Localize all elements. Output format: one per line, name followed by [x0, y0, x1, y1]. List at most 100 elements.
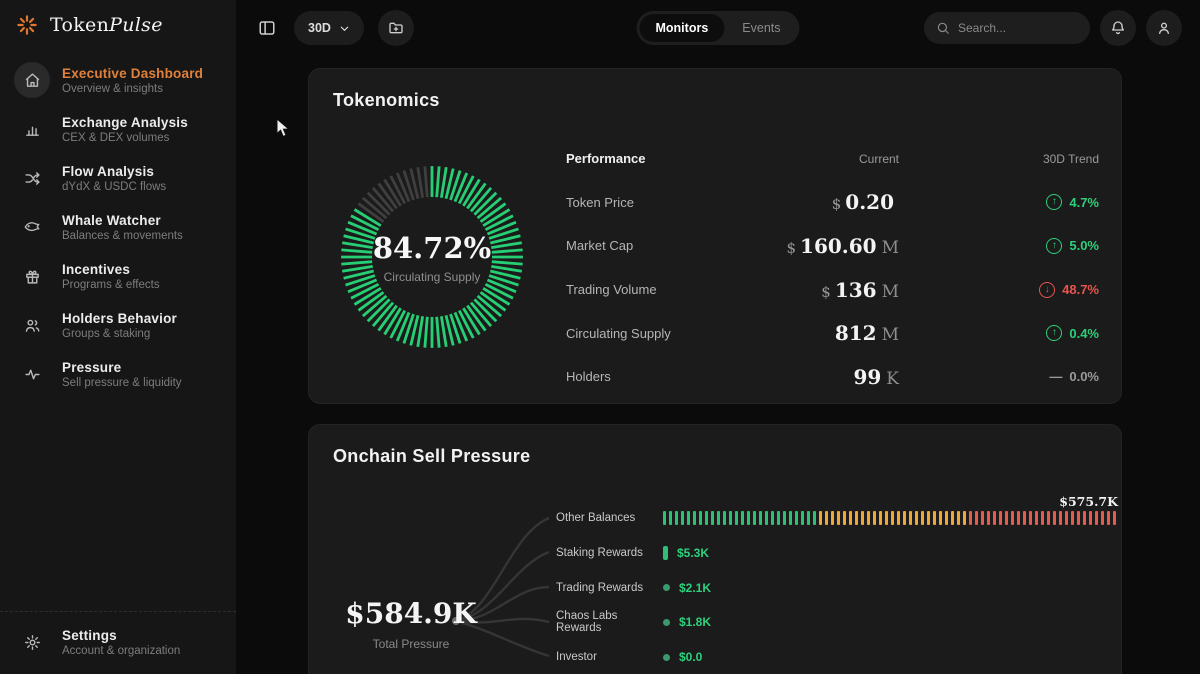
nav-sublabel: dYdX & USDC flows — [62, 181, 166, 193]
nav-sublabel: Balances & movements — [62, 230, 183, 242]
dot-marker — [663, 619, 670, 626]
sidebar-item-exchange-analysis[interactable]: Exchange Analysis CEX & DEX volumes — [0, 111, 236, 147]
sell-pressure-card: Onchain Sell Pressure $584.9K Total Pres… — [308, 424, 1122, 674]
pressure-row-label: Chaos Labs Rewards — [556, 610, 663, 634]
dot-marker — [663, 654, 670, 661]
sidebar-footer: Settings Account & organization — [0, 611, 236, 674]
pressure-row-investor: Investor $0.0 — [556, 640, 1097, 674]
tab-monitors[interactable]: Monitors — [640, 14, 725, 42]
nav-sublabel: Overview & insights — [62, 83, 203, 95]
shuffle-icon — [14, 160, 50, 196]
pressure-row-label: Trading Rewards — [556, 582, 663, 594]
row-current-value: 812M — [759, 321, 899, 345]
search-box[interactable] — [924, 12, 1090, 44]
pressure-row-value: $5.3K — [677, 546, 709, 560]
date-range-dropdown[interactable]: 30D — [294, 11, 364, 45]
nav-label: Settings — [62, 628, 180, 643]
other-balances-value: $575.7K — [1059, 494, 1118, 509]
sidebar-item-executive-dashboard[interactable]: Executive Dashboard Overview & insights — [0, 62, 236, 98]
home-icon — [14, 62, 50, 98]
tokenomics-card: Tokenomics 84.72% Circulating Supply Per… — [308, 68, 1122, 404]
row-current-value: 99K — [759, 365, 899, 389]
pressure-row-value: $2.1K — [679, 581, 711, 595]
pressure-row-value: $1.8K — [679, 615, 711, 629]
row-current-value: $0.20 — [759, 190, 899, 214]
gift-icon — [14, 258, 50, 294]
nav-label: Whale Watcher — [62, 213, 183, 228]
total-pressure: $584.9K Total Pressure — [327, 597, 495, 651]
nav-sublabel: Programs & effects — [62, 279, 160, 291]
row-label: Token Price — [566, 195, 759, 210]
pressure-row-other-balances: Other Balances $575.7K — [556, 501, 1097, 536]
sidebar-item-whale-watcher[interactable]: Whale Watcher Balances & movements — [0, 209, 236, 245]
sidebar-item-incentives[interactable]: Incentives Programs & effects — [0, 258, 236, 294]
arrow-down-circle-icon: ↓ — [1039, 282, 1055, 298]
nav-label: Flow Analysis — [62, 164, 166, 179]
brand: TokenPulse — [0, 0, 236, 48]
chevron-down-icon — [339, 23, 350, 34]
sidebar-item-settings[interactable]: Settings Account & organization — [14, 624, 222, 660]
sidebar: TokenPulse Executive Dashboard Overview … — [0, 0, 236, 674]
circulating-supply-donut-chart: 84.72% Circulating Supply — [332, 157, 532, 357]
nav-label: Incentives — [62, 262, 160, 277]
sidebar-nav: Executive Dashboard Overview & insights … — [0, 62, 236, 392]
flat-dash-icon: — — [1049, 369, 1062, 384]
nav-sublabel: Groups & staking — [62, 328, 177, 340]
pressure-row-chaos-labs-rewards: Chaos Labs Rewards $1.8K — [556, 605, 1097, 640]
search-icon — [936, 21, 950, 35]
topbar-right — [924, 10, 1182, 46]
users-icon — [14, 307, 50, 343]
add-folder-button[interactable] — [378, 10, 414, 46]
sidebar-item-holders-behavior[interactable]: Holders Behavior Groups & staking — [0, 307, 236, 343]
table-header-performance: Performance — [566, 151, 759, 166]
main-content: Tokenomics 84.72% Circulating Supply Per… — [236, 56, 1200, 674]
sidebar-item-pressure[interactable]: Pressure Sell pressure & liquidity — [0, 356, 236, 392]
row-trend: ↑5.0% — [899, 238, 1099, 254]
performance-table: Performance Current 30D Trend Token Pric… — [566, 137, 1099, 399]
arrow-up-circle-icon: ↑ — [1046, 325, 1062, 341]
pressure-row-trading-rewards: Trading Rewards $2.1K — [556, 570, 1097, 605]
tokenomics-title: Tokenomics — [309, 69, 1121, 111]
pressure-row-staking-rewards: Staking Rewards $5.3K — [556, 536, 1097, 571]
sparkle-logo-icon — [14, 12, 40, 38]
bar-chart-icon — [14, 111, 50, 147]
account-button[interactable] — [1146, 10, 1182, 46]
nav-sublabel: CEX & DEX volumes — [62, 132, 188, 144]
nav-sublabel: Sell pressure & liquidity — [62, 377, 182, 389]
folder-plus-icon — [388, 20, 404, 36]
row-label: Trading Volume — [566, 282, 759, 297]
bar-marker — [663, 546, 668, 560]
date-range-value: 30D — [308, 21, 331, 35]
sidebar-toggle-icon[interactable] — [254, 15, 280, 41]
row-label: Market Cap — [566, 238, 759, 253]
user-icon — [1156, 20, 1172, 36]
nav-sublabel: Account & organization — [62, 645, 180, 657]
total-pressure-label: Total Pressure — [327, 637, 495, 651]
search-input[interactable] — [958, 21, 1068, 35]
pressure-row-label: Staking Rewards — [556, 547, 663, 559]
total-pressure-value: $584.9K — [327, 597, 495, 630]
row-trend: —0.0% — [899, 369, 1099, 384]
row-current-value: $160.60M — [759, 234, 899, 258]
sell-pressure-rows: Other Balances $575.7K Staking Rewards $… — [556, 501, 1097, 674]
whale-icon — [14, 209, 50, 245]
pulse-icon — [14, 356, 50, 392]
other-balances-segmented-bar — [663, 511, 1116, 525]
sidebar-item-flow-analysis[interactable]: Flow Analysis dYdX & USDC flows — [0, 160, 236, 196]
notifications-button[interactable] — [1100, 10, 1136, 46]
row-current-value: $136M — [759, 278, 899, 302]
row-label: Holders — [566, 369, 759, 384]
pressure-row-label: Investor — [556, 651, 663, 663]
donut-spokes — [332, 157, 532, 357]
nav-label: Executive Dashboard — [62, 66, 203, 81]
brand-name: TokenPulse — [50, 14, 163, 36]
gear-icon — [14, 624, 50, 660]
pressure-row-value: $0.0 — [679, 650, 702, 664]
pressure-row-label: Other Balances — [556, 512, 663, 524]
sell-pressure-title: Onchain Sell Pressure — [309, 425, 1121, 467]
table-header-30d-trend: 30D Trend — [899, 152, 1099, 166]
row-trend: ↑4.7% — [899, 194, 1099, 210]
topbar: 30D Monitors Events — [236, 0, 1200, 56]
tab-events[interactable]: Events — [726, 14, 796, 42]
row-trend: ↓48.7% — [899, 282, 1099, 298]
